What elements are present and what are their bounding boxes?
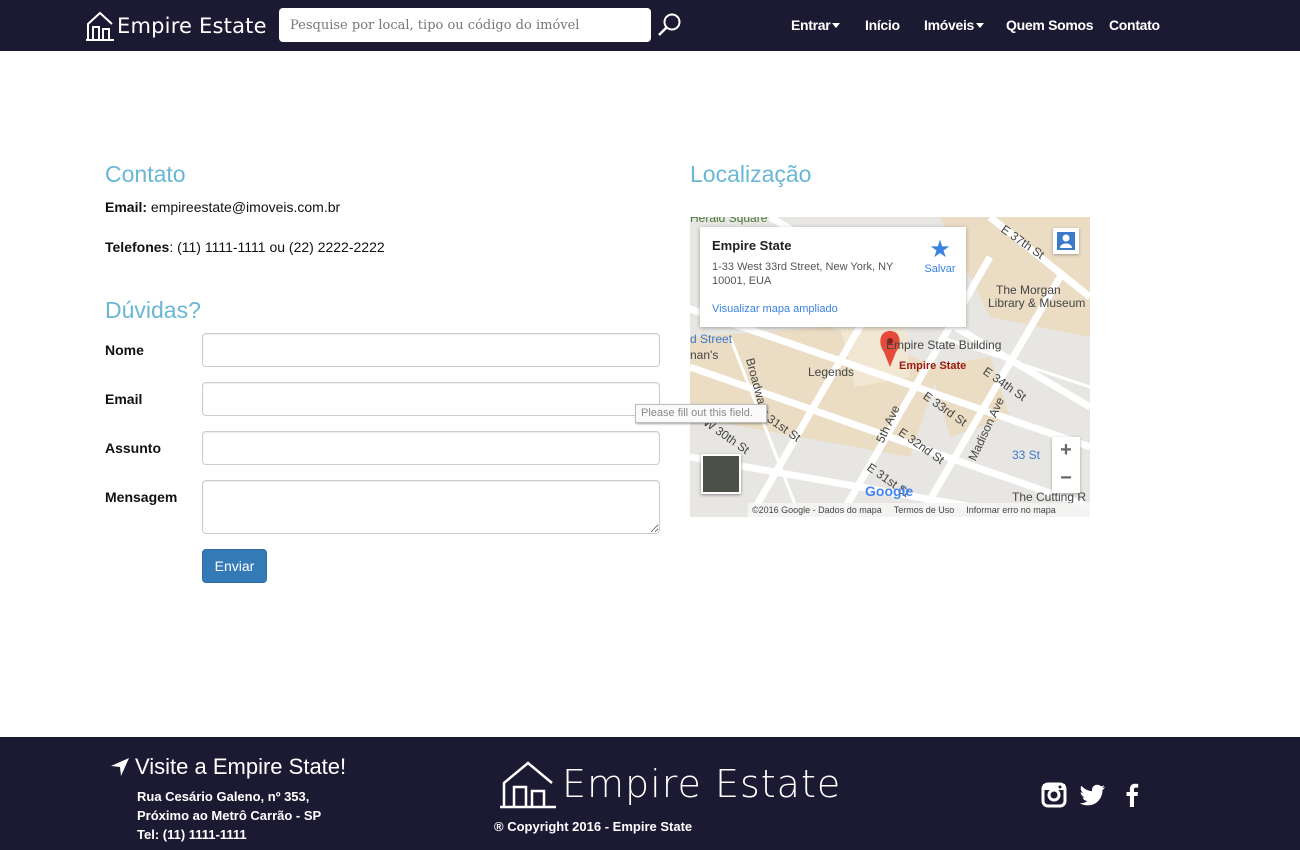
email-field-label: Email bbox=[105, 391, 143, 407]
house-logo-icon bbox=[500, 761, 556, 809]
map-data-credit[interactable]: ©2016 Google - Dados do mapa bbox=[752, 505, 882, 515]
address-line-2: Próximo ao Metrô Carrão - SP bbox=[137, 808, 322, 823]
visit-title: Visite a Empire State! bbox=[110, 754, 346, 780]
google-logo: Google bbox=[865, 483, 914, 499]
nav-quem-somos[interactable]: Quem Somos bbox=[1006, 17, 1094, 33]
nav-contato[interactable]: Contato bbox=[1109, 17, 1160, 33]
contato-heading: Contato bbox=[105, 161, 186, 187]
facebook-icon[interactable] bbox=[1119, 782, 1145, 808]
location-arrow-icon bbox=[111, 758, 129, 776]
terms-link[interactable]: Termos de Uso bbox=[894, 505, 955, 515]
email-value: empireestate@imoveis.com.br bbox=[150, 199, 341, 215]
place-address: 1-33 West 33rd Street, New York, NY 1000… bbox=[712, 261, 894, 287]
save-place-button[interactable]: ★ Salvar bbox=[922, 236, 958, 276]
nav-entrar[interactable]: Entrar bbox=[791, 17, 841, 33]
map-pin-label: Empire State bbox=[899, 360, 967, 372]
nav-imoveis-label: Imóveis bbox=[924, 17, 975, 33]
nav-imoveis[interactable]: Imóveis bbox=[924, 17, 985, 33]
map-label: The Morgan bbox=[996, 283, 1061, 297]
phone-line: Tel: (11) 1111-1111 bbox=[137, 827, 247, 842]
map-label: Empire State Building bbox=[886, 338, 1002, 352]
report-error-link[interactable]: Informar erro no mapa bbox=[966, 505, 1056, 515]
phones-info: Telefones: (11) 1111-1111 ou (22) 2222-2… bbox=[105, 239, 385, 255]
google-map[interactable]: Herald Square E 37th St The Morgan Libra… bbox=[690, 217, 1090, 517]
map-label: d Street bbox=[690, 332, 733, 346]
caret-down-icon bbox=[832, 22, 841, 28]
map-label: Legends bbox=[808, 365, 855, 379]
nav-quem-somos-label: Quem Somos bbox=[1006, 17, 1094, 33]
zoom-in-button[interactable]: + bbox=[1052, 437, 1080, 465]
phones-value: : (11) 1111-1111 ou (22) 2222-2222 bbox=[169, 239, 385, 255]
nav-entrar-label: Entrar bbox=[791, 17, 831, 33]
nav-inicio-label: Início bbox=[865, 17, 900, 33]
localizacao-heading: Localização bbox=[690, 161, 812, 187]
visit-title-text: Visite a Empire State! bbox=[135, 754, 347, 779]
footer-brand-name: Empire Estate bbox=[562, 762, 842, 806]
view-larger-map-link[interactable]: Visualizar mapa ampliado bbox=[712, 303, 838, 315]
email-label: Email: bbox=[105, 199, 148, 215]
zoom-control: + − bbox=[1052, 437, 1080, 493]
duvidas-heading: Dúvidas? bbox=[105, 297, 201, 323]
top-navbar: Empire Estate Entrar Início Imóveis Quem… bbox=[0, 0, 1300, 51]
nav-inicio[interactable]: Início bbox=[865, 17, 900, 33]
phones-label: Telefones bbox=[105, 239, 170, 255]
mensagem-textarea[interactable] bbox=[202, 480, 660, 534]
assunto-input[interactable] bbox=[202, 431, 660, 465]
map-label: nan's bbox=[690, 348, 719, 362]
page-footer: Visite a Empire State! Rua Cesário Galen… bbox=[0, 737, 1300, 850]
save-label: Salvar bbox=[924, 263, 956, 275]
enviar-button[interactable]: Enviar bbox=[202, 549, 267, 583]
mensagem-label: Mensagem bbox=[105, 489, 178, 505]
twitter-icon[interactable] bbox=[1080, 782, 1106, 808]
star-icon: ★ bbox=[929, 236, 951, 263]
street-view-pegman-icon[interactable] bbox=[1053, 228, 1079, 254]
place-info-card: Empire State 1-33 West 33rd Street, New … bbox=[700, 227, 966, 327]
map-label: Herald Square bbox=[690, 217, 768, 225]
map-label: 33 St bbox=[1012, 448, 1041, 462]
nome-input[interactable] bbox=[202, 333, 660, 367]
zoom-out-button[interactable]: − bbox=[1052, 465, 1080, 493]
email-input[interactable] bbox=[202, 382, 660, 416]
copyright: ® Copyright 2016 - Empire State bbox=[494, 819, 693, 834]
map-attribution: ©2016 Google - Dados do mapa Termos de U… bbox=[748, 503, 1090, 517]
nome-label: Nome bbox=[105, 342, 144, 358]
satellite-toggle[interactable] bbox=[701, 454, 741, 494]
assunto-label: Assunto bbox=[105, 440, 161, 456]
nav-contato-label: Contato bbox=[1109, 17, 1160, 33]
validation-tooltip: Please fill out this field. bbox=[635, 404, 767, 423]
instagram-icon[interactable] bbox=[1041, 782, 1067, 808]
place-title: Empire State bbox=[712, 238, 792, 253]
address-line-1: Rua Cesário Galeno, nº 353, bbox=[137, 789, 310, 804]
caret-down-icon bbox=[976, 22, 985, 28]
map-label: Library & Museum bbox=[988, 296, 1086, 310]
footer-brand-logo: Empire Estate bbox=[500, 759, 841, 811]
email-info: Email: empireestate@imoveis.com.br bbox=[105, 199, 340, 215]
